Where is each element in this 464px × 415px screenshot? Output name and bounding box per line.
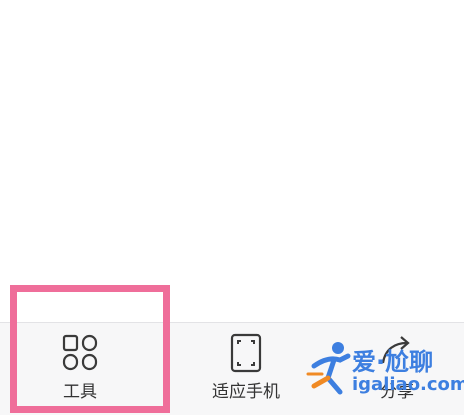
tools-label: 工具: [63, 382, 97, 402]
watermark: 爱·尬聊 igaliao.com: [300, 332, 464, 412]
screen: 工具 适应手机 分享 爱·尬聊 igaliao.com: [0, 0, 464, 415]
grid-icon: [62, 334, 98, 371]
fit-screen-icon: [230, 333, 262, 373]
watermark-brand: 爱·尬聊: [352, 348, 434, 376]
runner-logo-icon: [306, 342, 351, 395]
tools-button[interactable]: 工具: [0, 323, 160, 415]
watermark-site: igaliao.com: [352, 374, 464, 395]
